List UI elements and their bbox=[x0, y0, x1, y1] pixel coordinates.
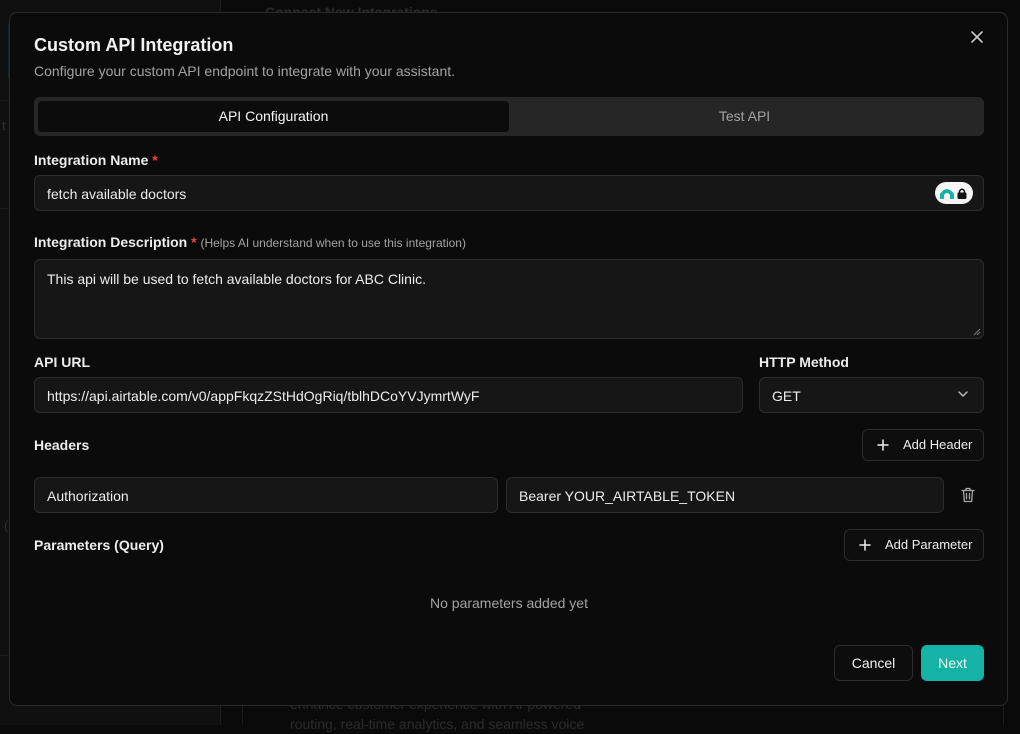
dialog-title: Custom API Integration bbox=[34, 35, 234, 55]
api-url-value: https://api.airtable.com/v0/appFkqzZStHd… bbox=[47, 388, 480, 404]
header-key-value: Authorization bbox=[47, 488, 129, 504]
next-button[interactable]: Next bbox=[921, 645, 984, 681]
parameters-label: Parameters (Query) bbox=[34, 537, 164, 553]
trash-icon[interactable] bbox=[961, 487, 975, 503]
password-manager-icon[interactable] bbox=[935, 182, 973, 204]
add-parameter-label: Add Parameter bbox=[885, 537, 973, 552]
background-sidebar-fragment: ( bbox=[4, 518, 9, 533]
add-header-label: Add Header bbox=[903, 437, 973, 452]
integration-description-textarea[interactable]: This api will be used to fetch available… bbox=[34, 259, 984, 339]
close-icon[interactable] bbox=[968, 28, 986, 46]
tab-test-api[interactable]: Test API bbox=[509, 101, 980, 132]
header-value-value: Bearer YOUR_AIRTABLE_TOKEN bbox=[519, 488, 736, 504]
tab-api-configuration[interactable]: API Configuration bbox=[38, 101, 509, 132]
http-method-value: GET bbox=[772, 388, 801, 404]
dialog-subtitle: Configure your custom API endpoint to in… bbox=[34, 63, 456, 79]
add-header-button[interactable]: Add Header bbox=[862, 429, 984, 461]
required-marker: * bbox=[152, 152, 158, 168]
required-marker: * bbox=[191, 234, 197, 250]
integration-description-hint: (Helps AI understand when to use this in… bbox=[200, 236, 466, 250]
http-method-select[interactable]: GET bbox=[759, 377, 984, 413]
resize-handle-icon[interactable] bbox=[973, 328, 981, 336]
integration-description-label: Integration Description * (Helps AI unde… bbox=[34, 234, 466, 250]
plus-icon bbox=[877, 439, 889, 451]
integration-name-label: Integration Name * bbox=[34, 152, 158, 168]
chevron-down-icon bbox=[958, 391, 968, 397]
parameters-empty-state: No parameters added yet bbox=[430, 595, 588, 611]
api-url-input[interactable]: https://api.airtable.com/v0/appFkqzZStHd… bbox=[34, 377, 743, 413]
integration-name-input[interactable]: fetch available doctors bbox=[34, 175, 984, 211]
integration-name-value: fetch available doctors bbox=[47, 186, 187, 202]
http-method-label: HTTP Method bbox=[759, 354, 849, 370]
api-url-label: API URL bbox=[34, 354, 90, 370]
tab-bar: API Configuration Test API bbox=[34, 97, 984, 136]
headers-label: Headers bbox=[34, 437, 90, 453]
header-value-input[interactable]: Bearer YOUR_AIRTABLE_TOKEN bbox=[506, 477, 944, 513]
add-parameter-button[interactable]: Add Parameter bbox=[844, 529, 984, 561]
integration-description-value: This api will be used to fetch available… bbox=[47, 271, 426, 287]
integration-name-label-text: Integration Name bbox=[34, 152, 149, 168]
background-sidebar-fragment: t bbox=[2, 118, 6, 133]
cancel-button[interactable]: Cancel bbox=[834, 645, 913, 681]
password-manager-logo-icon bbox=[940, 189, 954, 199]
lock-icon bbox=[957, 188, 967, 199]
header-key-input[interactable]: Authorization bbox=[34, 477, 498, 513]
plus-icon bbox=[859, 539, 871, 551]
integration-description-label-text: Integration Description bbox=[34, 234, 188, 250]
